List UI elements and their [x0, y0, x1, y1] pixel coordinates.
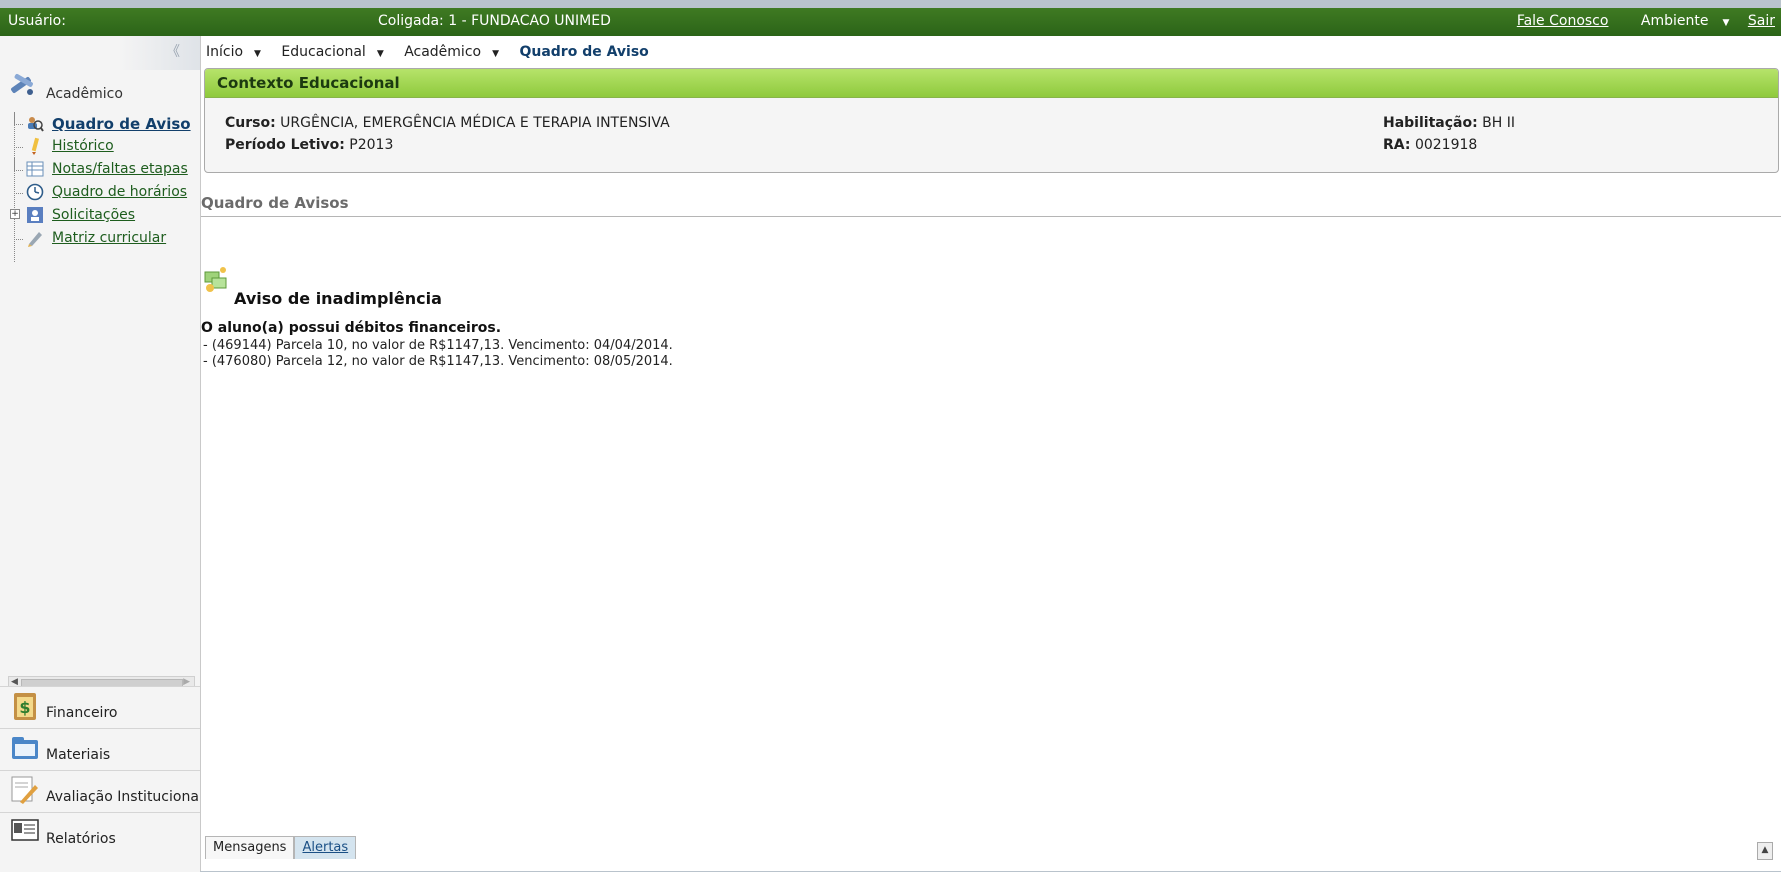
breadcrumb-label: Acadêmico — [404, 44, 482, 60]
nav-section-label: Avaliação Institucional — [46, 789, 198, 805]
sidebar-item-quadro-horarios[interactable]: Quadro de horários — [10, 181, 200, 204]
habilitacao-label: Habilitação: — [1383, 115, 1478, 131]
debt-line: - (476080) Parcela 12, no valor de R$114… — [203, 354, 673, 369]
sidebar-section-label: Acadêmico — [46, 86, 123, 102]
nav-section-label: Relatórios — [46, 831, 116, 847]
breadcrumb-label: Educacional — [281, 44, 366, 60]
report-icon — [11, 819, 39, 841]
svg-text:$: $ — [19, 698, 30, 717]
sidebar-section-materiais[interactable]: Materiais — [0, 728, 200, 771]
breadcrumb-inicio[interactable]: Início ▼ — [206, 44, 269, 60]
expand-plus-icon[interactable]: + — [10, 209, 20, 219]
debt-line: - (469144) Parcela 10, no valor de R$114… — [203, 338, 673, 353]
ambiente-label: Ambiente — [1640, 13, 1709, 29]
habilitacao-field: Habilitação: BH II — [1383, 115, 1515, 131]
breadcrumb-current: Quadro de Aviso — [519, 44, 649, 60]
contexto-educacional-panel: Contexto Educacional Curso: URGÊNCIA, EM… — [204, 68, 1779, 173]
curso-label: Curso: — [225, 115, 276, 131]
tree-branch — [14, 112, 23, 125]
money-warning-icon — [204, 267, 227, 292]
notepad-pencil-icon — [11, 776, 38, 804]
sidebar-collapse-strip: 《 — [0, 36, 200, 70]
sidebar-item-notas-faltas[interactable]: Notas/faltas etapas — [10, 158, 200, 181]
sidebar-item-label: Notas/faltas etapas — [52, 161, 188, 177]
collapse-sidebar-icon[interactable]: 《 — [166, 41, 180, 61]
coligada-label: Coligada: 1 - FUNDACAO UNIMED — [378, 13, 611, 29]
search-people-icon — [28, 117, 44, 132]
breadcrumb: Início ▼ Educacional ▼ Acadêmico ▼ Quadro d… — [206, 44, 657, 60]
sidebar-item-label: Quadro de Aviso — [52, 115, 191, 133]
sair-link[interactable]: Sair — [1748, 13, 1775, 29]
sidebar-section-avaliacao[interactable]: Avaliação Institucional — [0, 770, 200, 813]
sidebar: 《 Acadêmico Quadro de Aviso Histórico No… — [0, 36, 201, 872]
top-bar-actions: Fale Conosco Ambiente ▼ Sair — [1503, 13, 1775, 29]
request-icon — [27, 207, 43, 223]
user-label: Usuário: — [8, 13, 66, 29]
nav-section-label: Financeiro — [46, 705, 118, 721]
curso-value: URGÊNCIA, EMERGÊNCIA MÉDICA E TERAPIA IN… — [280, 115, 670, 131]
tree-branch — [14, 181, 23, 194]
nav-section-label: Materiais — [46, 747, 111, 763]
tab-mensagens[interactable]: Mensagens — [205, 836, 295, 859]
sidebar-section-academico[interactable]: Acadêmico — [8, 72, 198, 102]
academic-tools-icon — [11, 73, 33, 95]
sidebar-section-relatorios[interactable]: Relatórios — [0, 812, 200, 872]
academico-tree: Quadro de Aviso Histórico Notas/faltas e… — [10, 112, 200, 250]
scroll-up-icon[interactable]: ▲ — [1757, 842, 1773, 860]
sidebar-item-label: Matriz curricular — [52, 230, 167, 246]
money-clipboard-icon: $ — [14, 693, 36, 720]
breadcrumb-academico[interactable]: Acadêmico ▼ — [404, 44, 507, 60]
sidebar-item-quadro-de-aviso[interactable]: Quadro de Aviso — [10, 112, 200, 135]
caret-down-icon: ▼ — [254, 49, 261, 59]
ra-value: 0021918 — [1414, 137, 1478, 153]
sidebar-section-financeiro[interactable]: $ Financeiro — [0, 686, 200, 729]
sidebar-item-label: Quadro de horários — [52, 184, 188, 200]
sidebar-item-solicitacoes[interactable]: + Solicitações — [10, 204, 200, 227]
tab-alertas[interactable]: Alertas — [294, 836, 357, 859]
periodo-value: P2013 — [349, 137, 394, 153]
caret-down-icon: ▼ — [492, 49, 500, 59]
main-content: Início ▼ Educacional ▼ Acadêmico ▼ Quadro d… — [201, 36, 1781, 871]
ra-field: RA: 0021918 — [1383, 137, 1477, 153]
breadcrumb-educacional[interactable]: Educacional ▼ — [281, 44, 391, 60]
periodo-label: Período Letivo: — [225, 137, 345, 153]
bottom-tabs: Mensagens Alertas — [205, 836, 357, 862]
sidebar-item-label: Histórico — [52, 138, 114, 154]
folder-icon — [12, 737, 38, 759]
aviso-subtitle: O aluno(a) possui débitos financeiros. — [201, 320, 502, 336]
tree-branch — [14, 135, 23, 148]
app-screen: Usuário: Coligada: 1 - FUNDACAO UNIMED F… — [0, 0, 1781, 872]
habilitacao-value: BH II — [1482, 115, 1515, 131]
fale-conosco-link[interactable]: Fale Conosco — [1517, 13, 1609, 29]
edit-icon — [28, 232, 42, 247]
quadro-avisos-header: Quadro de Avisos — [201, 190, 1781, 217]
pencil-icon — [31, 137, 40, 155]
clock-icon — [26, 183, 44, 201]
tree-branch — [14, 158, 23, 171]
caret-down-icon: ▼ — [1722, 18, 1730, 28]
grid-icon — [26, 161, 44, 177]
ambiente-menu[interactable]: Ambiente ▼ — [1627, 13, 1730, 29]
curso-field: Curso: URGÊNCIA, EMERGÊNCIA MÉDICA E TER… — [225, 115, 670, 131]
tree-branch — [14, 227, 23, 240]
top-bar: Usuário: Coligada: 1 - FUNDACAO UNIMED F… — [0, 8, 1781, 36]
sidebar-item-label: Solicitações — [52, 207, 136, 223]
sidebar-item-historico[interactable]: Histórico — [10, 135, 200, 158]
section-title: Quadro de Avisos — [201, 194, 349, 212]
panel-title: Contexto Educacional — [205, 69, 1778, 98]
caret-down-icon: ▼ — [376, 49, 384, 59]
sidebar-item-matriz-curricular[interactable]: Matriz curricular — [10, 227, 200, 250]
breadcrumb-label: Início — [206, 44, 244, 60]
aviso-title: Aviso de inadimplência — [234, 289, 442, 308]
ra-label: RA: — [1383, 137, 1411, 153]
periodo-field: Período Letivo: P2013 — [225, 137, 393, 153]
